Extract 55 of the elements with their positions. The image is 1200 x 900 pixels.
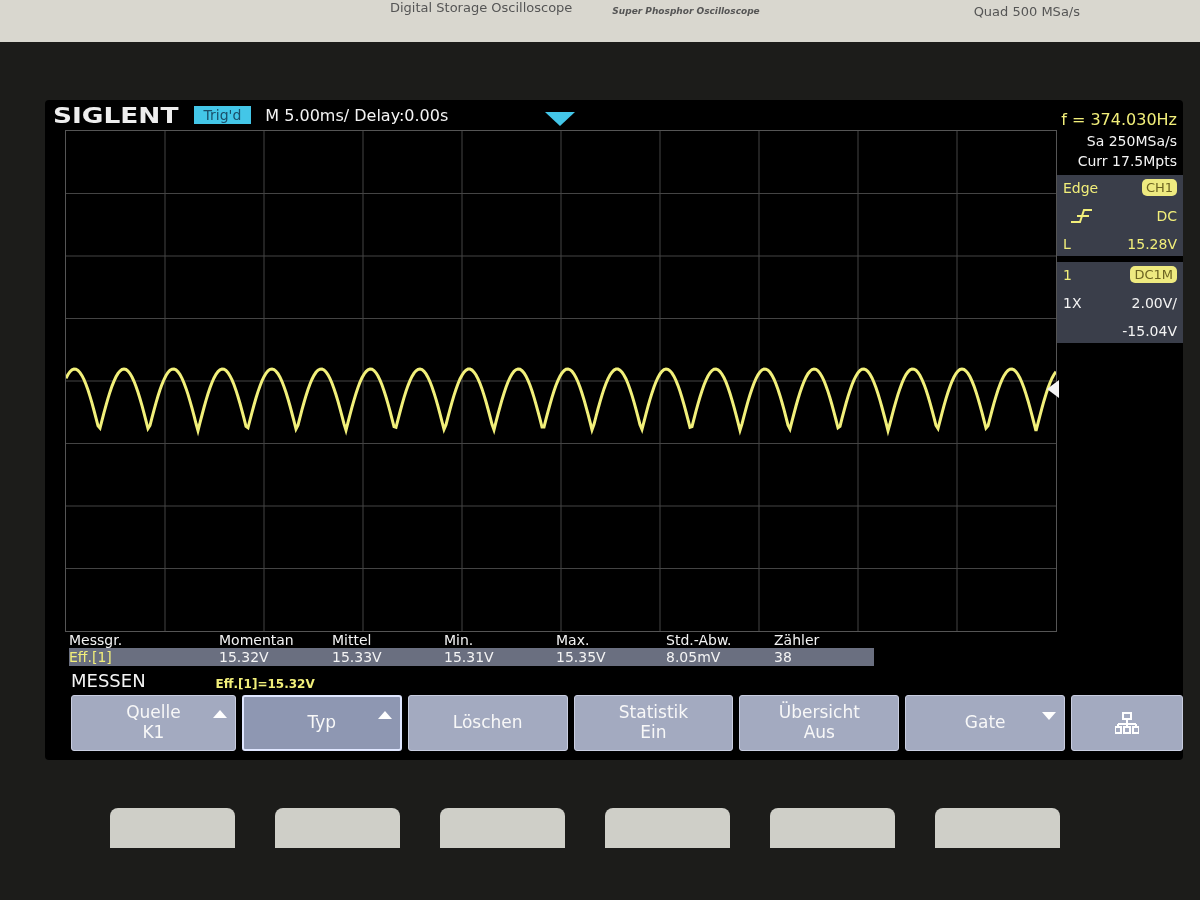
- hardware-key[interactable]: [935, 808, 1060, 848]
- rising-edge-icon: [1071, 208, 1093, 224]
- column-header: Std.-Abw.: [666, 631, 733, 648]
- measurement-readout: Eff.[1]=15.32V: [215, 677, 315, 691]
- memory-depth: Curr 17.5Mpts: [1076, 152, 1178, 169]
- timebase-readout: M 5.00ms/ Delay:0.00s: [265, 105, 449, 125]
- table-cell: 15.32V: [219, 648, 332, 666]
- table-cell: 15.35V: [556, 648, 666, 666]
- softkey[interactable]: Löschen: [407, 695, 568, 751]
- softkey[interactable]: Typ: [241, 695, 402, 751]
- column-header: Max.: [556, 631, 591, 648]
- trigger-position-marker-icon: [545, 112, 575, 126]
- up-arrow-icon: [212, 710, 227, 720]
- sample-rate: Sa 250MSa/s: [1085, 132, 1178, 149]
- hardware-key[interactable]: [440, 808, 565, 848]
- softkey[interactable]: Statistik Ein: [573, 695, 734, 751]
- table-cell: 15.31V: [444, 648, 556, 666]
- column-header: Messgr.: [69, 631, 124, 648]
- trigger-source: CH1: [1141, 179, 1177, 196]
- probe-factor: 1X: [1063, 295, 1083, 311]
- frequency-readout: f = 374.030Hz: [1060, 110, 1178, 129]
- channel-number: 1: [1063, 266, 1073, 283]
- spec-label: Quad 500 MSa/s: [973, 4, 1080, 19]
- series-label: Super Phosphor Oscilloscope: [612, 6, 760, 16]
- trigger-coupling: DC: [1155, 208, 1177, 224]
- softkey[interactable]: Quelle K1: [71, 695, 236, 751]
- hardware-key[interactable]: [605, 808, 730, 848]
- trigger-level: 15.28V: [1126, 236, 1177, 252]
- down-arrow-icon: [1042, 710, 1057, 720]
- softkey[interactable]: Gate: [905, 695, 1066, 751]
- hardware-key[interactable]: [770, 808, 895, 848]
- vertical-scale: 2.00V/: [1130, 295, 1177, 311]
- column-header: Mittel: [332, 631, 373, 648]
- table-cell: 15.33V: [332, 648, 444, 666]
- table-cell: Eff.[1]: [69, 648, 219, 666]
- trigger-type: Edge: [1063, 179, 1100, 196]
- table-cell: 8.05mV: [666, 648, 774, 666]
- up-arrow-icon: [377, 711, 392, 721]
- column-header: Zähler: [774, 631, 821, 648]
- column-header: Min.: [444, 631, 475, 648]
- model-label: Digital Storage Oscilloscope: [390, 0, 573, 15]
- trigger-status: Trig'd: [193, 106, 252, 124]
- hardware-key[interactable]: [275, 808, 400, 848]
- table-cell: 38: [774, 648, 874, 666]
- trigger-level-marker-icon: [1047, 380, 1059, 398]
- trigger-level-label: L: [1063, 236, 1072, 252]
- channel-coupling: DC1M: [1130, 266, 1177, 283]
- column-header: Momentan: [219, 631, 295, 648]
- brand-logo: SIGLENT: [53, 102, 179, 128]
- menu-title: MESSEN: [71, 670, 146, 691]
- vertical-offset: -15.04V: [1121, 323, 1177, 339]
- network-icon: [1115, 712, 1139, 734]
- hardware-key[interactable]: [110, 808, 235, 848]
- softkey[interactable]: [1071, 695, 1183, 751]
- softkey[interactable]: Übersicht Aus: [739, 695, 900, 751]
